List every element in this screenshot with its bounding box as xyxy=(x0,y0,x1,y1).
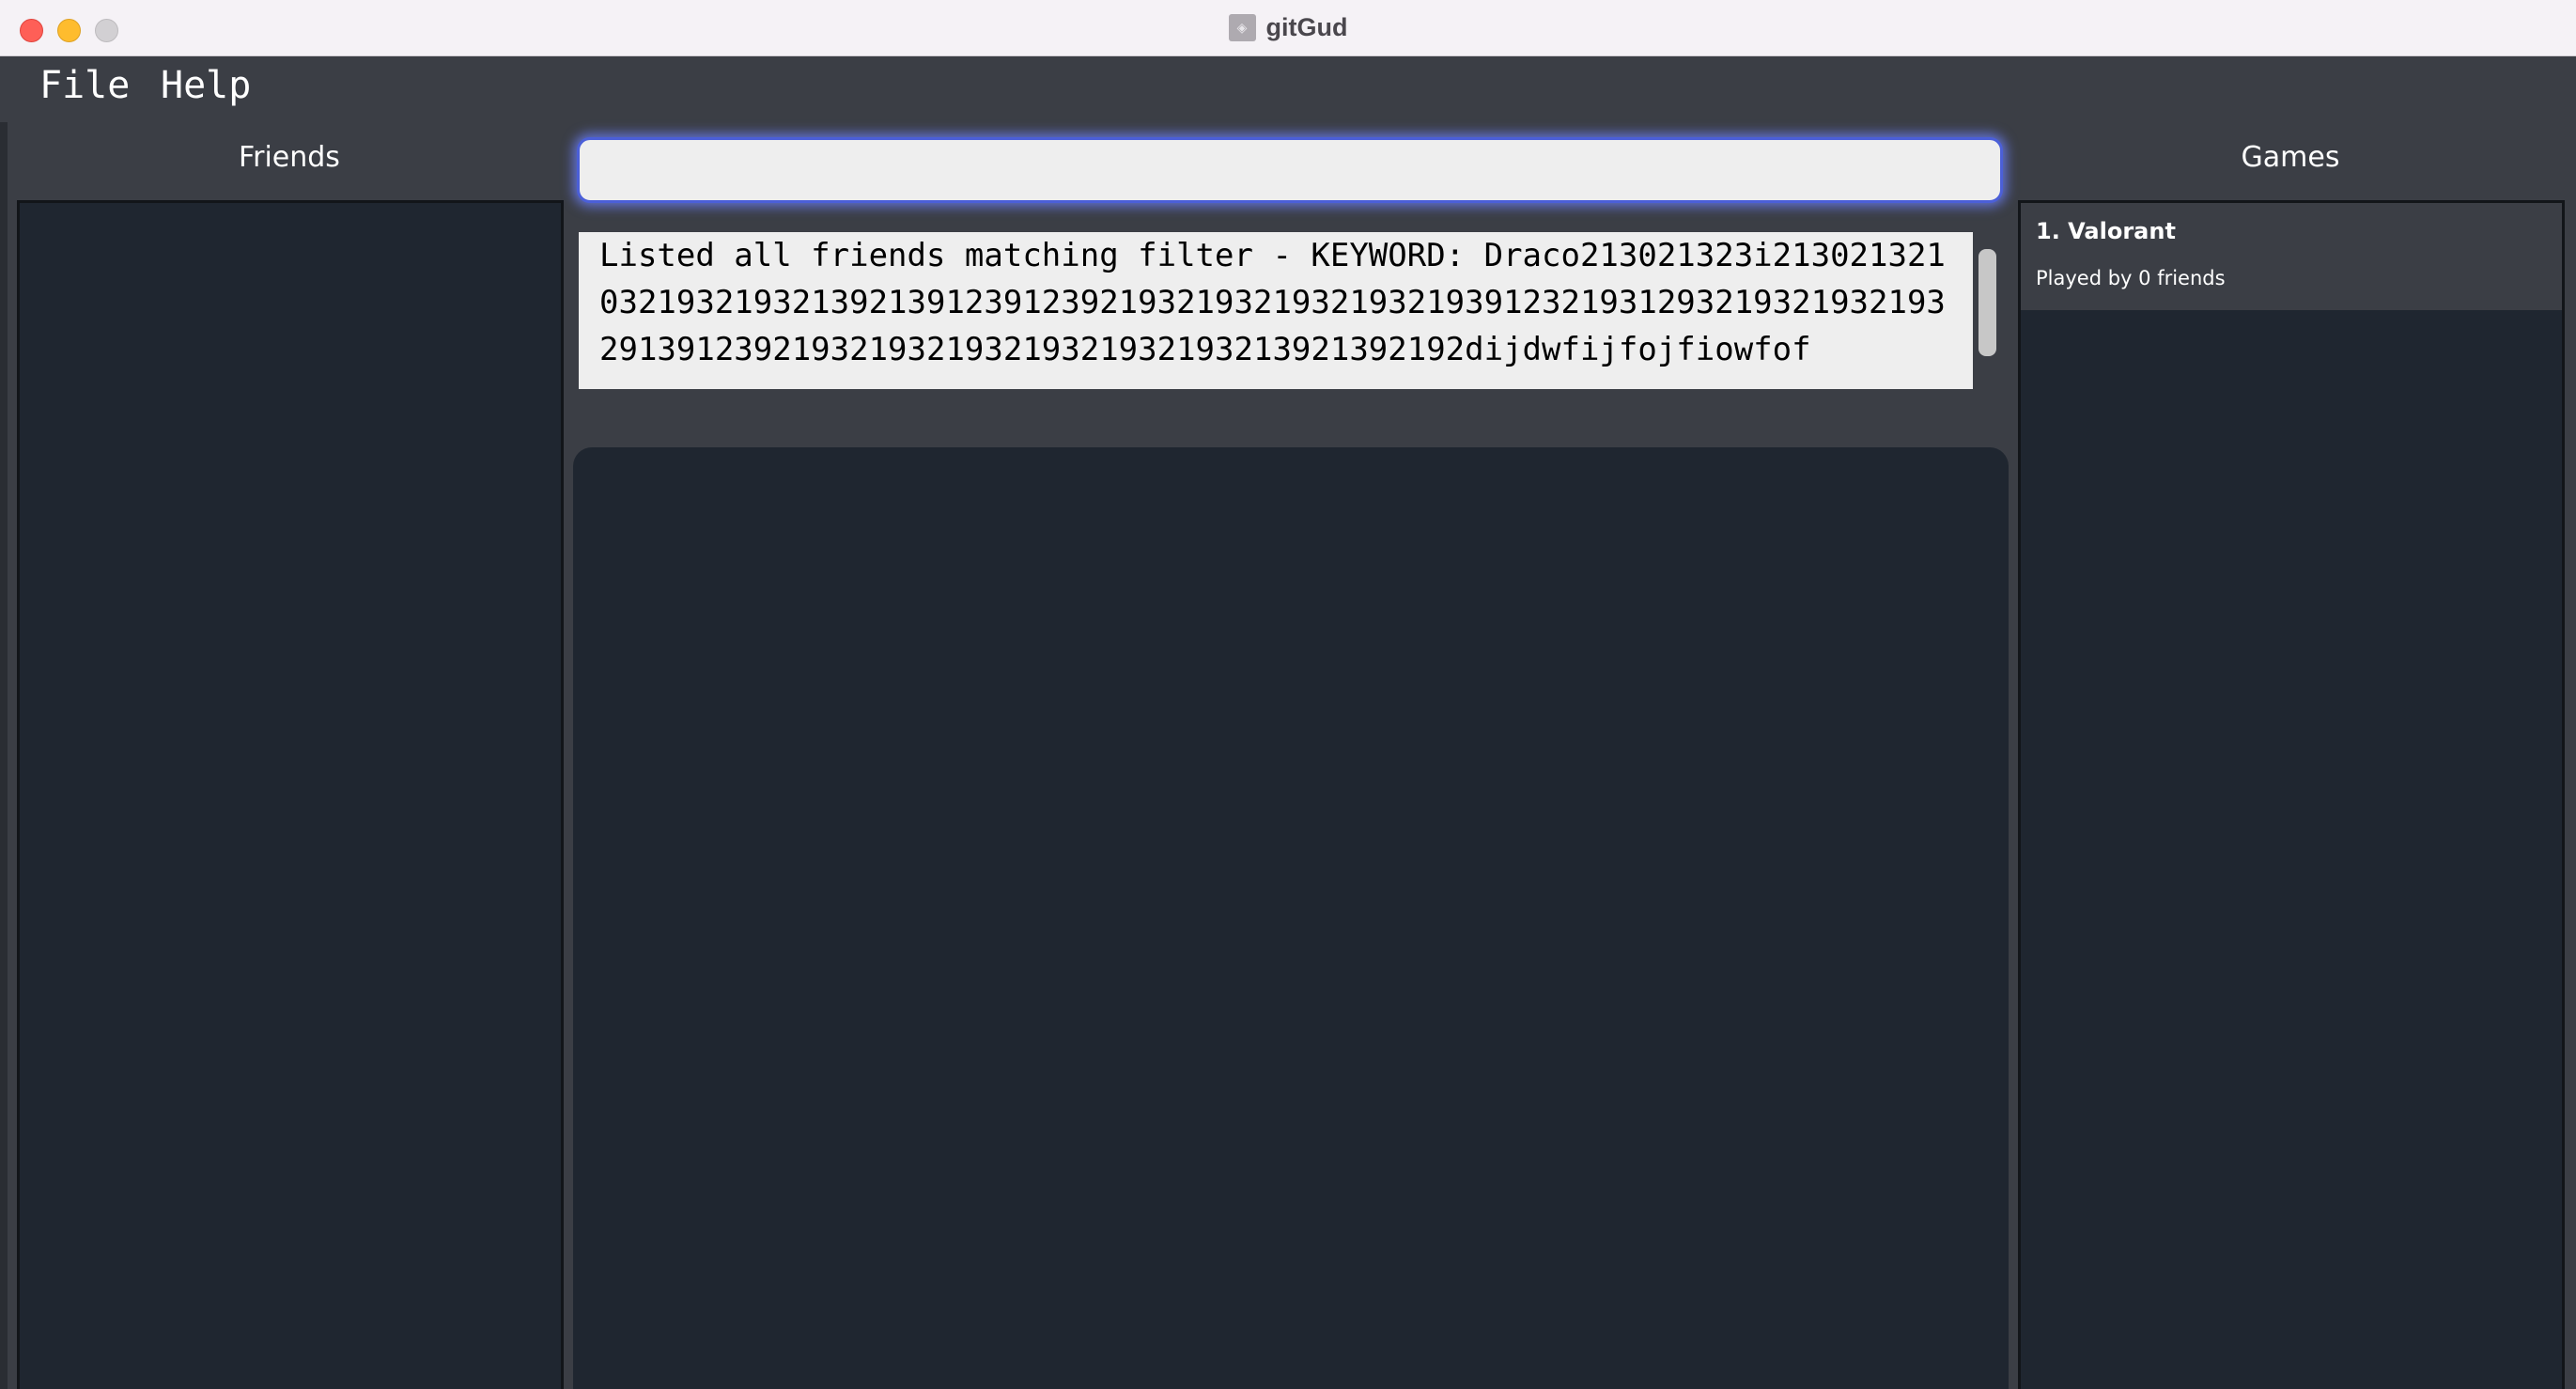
games-panel-title: Games xyxy=(2241,141,2340,174)
app-icon: ◈ xyxy=(1228,14,1256,41)
title-container: ◈ gitGud xyxy=(0,0,2576,55)
result-scrollbar[interactable] xyxy=(1979,249,1996,356)
window-edge xyxy=(0,56,8,1389)
menu-bar: File Help xyxy=(0,56,2576,122)
detail-panel xyxy=(573,447,2009,1389)
game-name: 1. Valorant xyxy=(2036,218,2176,244)
window-title: gitGud xyxy=(1265,13,1348,41)
menu-file[interactable]: File xyxy=(39,64,130,107)
game-friends-count: Played by 0 friends xyxy=(2036,267,2226,289)
friends-list[interactable] xyxy=(17,200,564,1389)
result-display[interactable]: Listed all friends matching filter - KEY… xyxy=(579,232,1973,389)
command-input[interactable] xyxy=(577,137,2003,203)
game-card[interactable]: 1. Valorant Played by 0 friends xyxy=(2021,203,2562,310)
app-window: ◈ gitGud File Help Friends Listed all fr… xyxy=(0,0,2576,1389)
games-list[interactable]: 1. Valorant Played by 0 friends xyxy=(2018,200,2565,1389)
menu-help[interactable]: Help xyxy=(161,64,251,107)
result-text: Listed all friends matching filter - KEY… xyxy=(599,237,1946,368)
title-bar: ◈ gitGud xyxy=(0,0,2576,56)
friends-panel-title: Friends xyxy=(239,141,340,174)
